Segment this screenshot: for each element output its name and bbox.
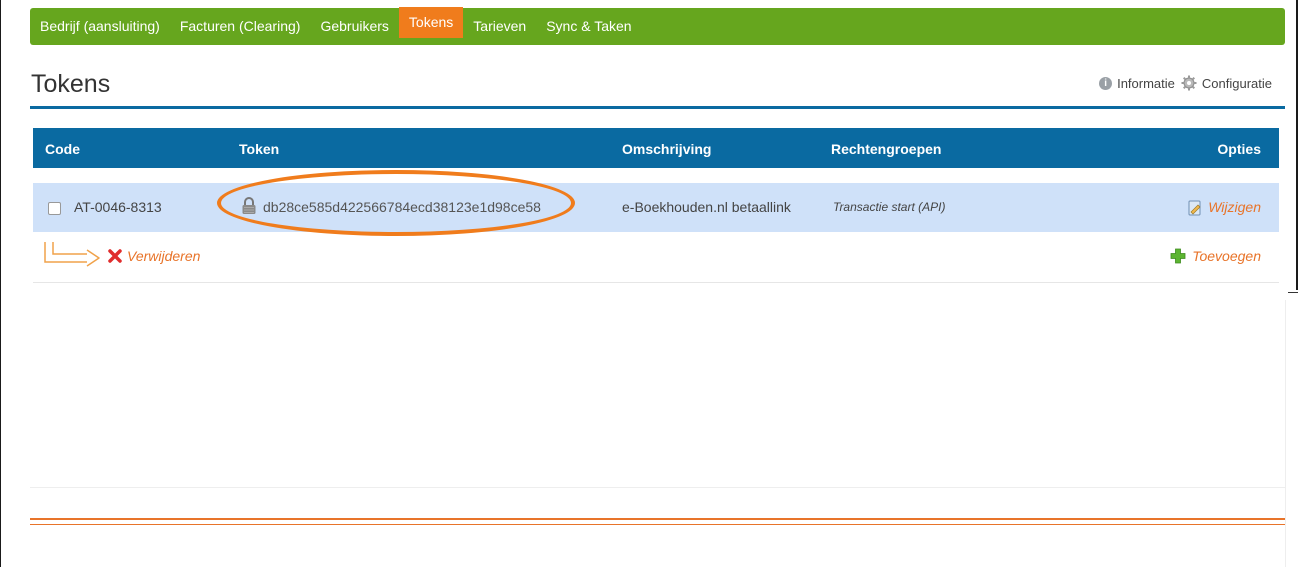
top-navigation: Bedrijf (aansluiting) Facturen (Clearing… (30, 7, 1285, 45)
info-icon: i (1099, 76, 1113, 90)
edit-link-label: Wijzigen (1208, 199, 1261, 215)
add-icon (1170, 248, 1186, 264)
nav-item-tarieven[interactable]: Tarieven (463, 8, 536, 45)
title-divider (30, 106, 1285, 109)
column-header-rechtengroepen: Rechtengroepen (831, 141, 942, 157)
frame-left-border (0, 0, 1, 567)
add-button[interactable]: Toevoegen (1170, 248, 1261, 264)
delete-icon (108, 249, 122, 263)
column-header-omschrijving: Omschrijving (622, 141, 712, 157)
edit-link[interactable]: Wijzigen (1187, 183, 1261, 232)
frame-tick (1288, 292, 1298, 293)
content-divider (30, 487, 1285, 488)
row-omschrijving: e-Boekhouden.nl betaallink (622, 199, 791, 215)
footer-rule-bottom (30, 524, 1285, 525)
header-links: i Informatie Configuratie (1099, 75, 1272, 91)
nav-item-gebruikers[interactable]: Gebruikers (310, 8, 398, 45)
gear-icon (1181, 75, 1197, 91)
delete-button[interactable]: Verwijderen (108, 248, 200, 264)
info-link-label: Informatie (1117, 75, 1175, 91)
config-link[interactable]: Configuratie (1181, 75, 1272, 91)
nav-item-sync-taken[interactable]: Sync & Taken (536, 8, 641, 45)
lock-icon (242, 197, 256, 214)
nav-item-facturen[interactable]: Facturen (Clearing) (170, 8, 311, 45)
arrow-icon (44, 242, 100, 267)
row-checkbox[interactable] (48, 202, 61, 215)
column-header-code: Code (45, 141, 80, 157)
page-title: Tokens (31, 70, 111, 98)
row-token: db28ce585d422566784ecd38123e1d98ce58 (263, 199, 541, 215)
info-link[interactable]: i Informatie (1099, 76, 1175, 91)
column-header-token: Token (239, 141, 280, 157)
table-header: Code Token Omschrijving Rechtengroepen O… (33, 128, 1279, 168)
config-link-label: Configuratie (1201, 75, 1272, 91)
edit-icon (1188, 200, 1201, 215)
table-actions: Verwijderen Toevoegen (33, 234, 1279, 283)
footer-rule-top (30, 518, 1285, 520)
delete-label: Verwijderen (127, 248, 201, 264)
row-rechtengroepen: Transactie start (API) (833, 200, 946, 214)
table-row[interactable]: AT-0046-8313 db28ce585d422566784ecd38123… (33, 170, 1279, 236)
row-code: AT-0046-8313 (74, 199, 162, 215)
add-label: Toevoegen (1192, 248, 1261, 264)
frame-faint-line (1285, 300, 1286, 567)
nav-item-bedrijf[interactable]: Bedrijf (aansluiting) (30, 8, 170, 45)
nav-item-tokens[interactable]: Tokens (398, 7, 464, 38)
column-header-opties: Opties (1217, 141, 1261, 157)
